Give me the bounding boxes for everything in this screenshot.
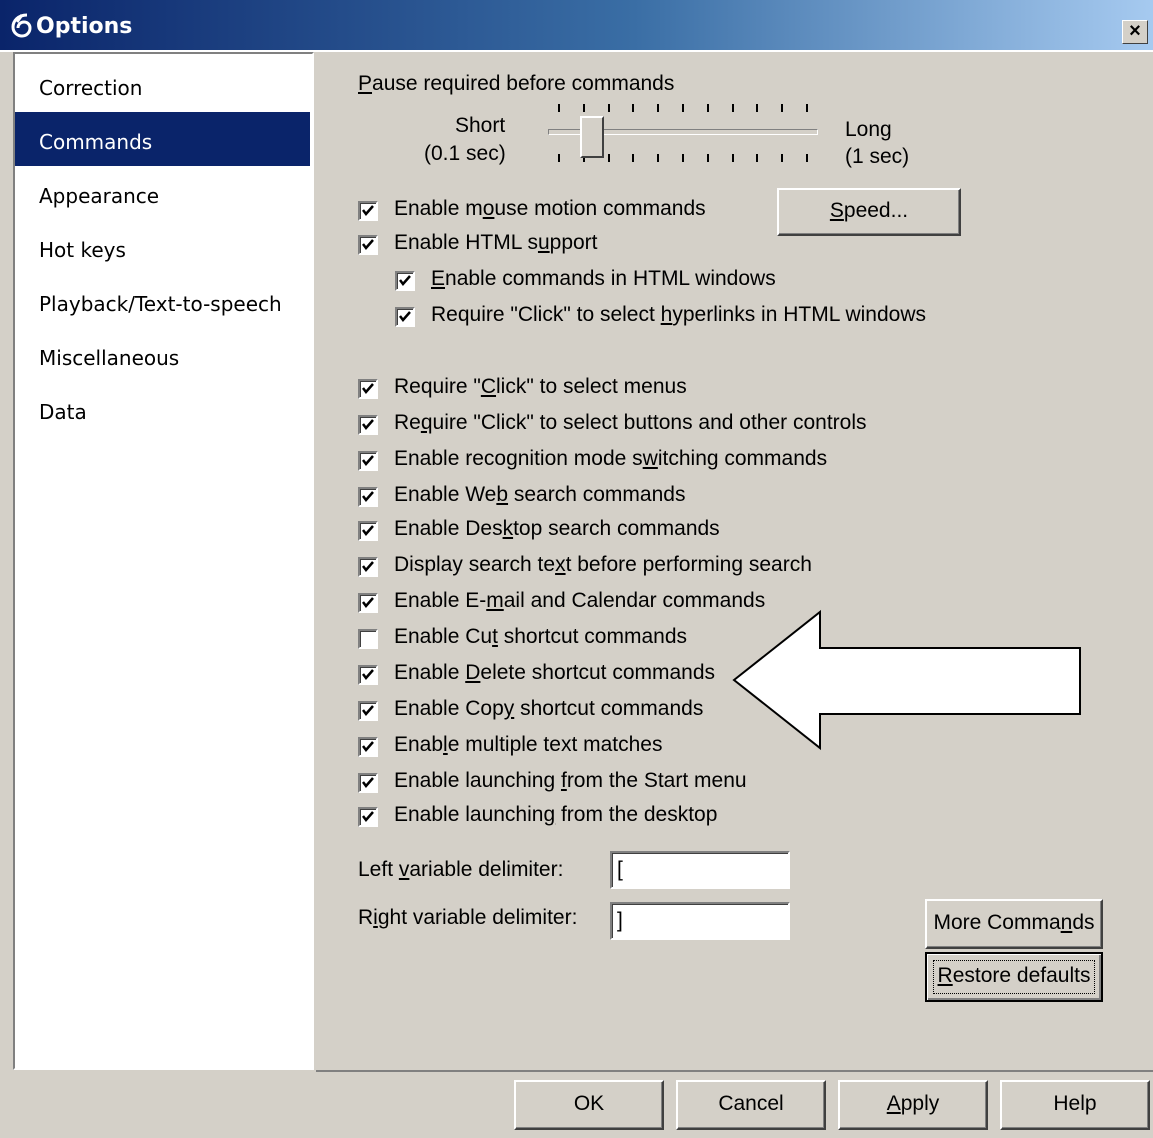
slider-short-sub: (0.1 sec): [424, 142, 506, 165]
nav-item-appearance[interactable]: Appearance: [15, 166, 310, 220]
checkbox[interactable]: [358, 379, 378, 399]
slider-tick: [657, 104, 660, 112]
checkbox-label[interactable]: Enable Web search commands: [394, 483, 685, 507]
slider-tick: [607, 154, 610, 162]
checkbox-label[interactable]: Enable Desktop search commands: [394, 517, 720, 541]
nav-item-label: Miscellaneous: [39, 346, 180, 370]
checkbox-label[interactable]: Require "Click" to select hyperlinks in …: [431, 303, 926, 327]
left-arrow-icon: [732, 609, 1081, 751]
checkbox[interactable]: [358, 701, 378, 721]
checkbox[interactable]: [358, 487, 378, 507]
speed-button[interactable]: Speed...: [777, 188, 961, 236]
pause-label: Pause required before commands: [358, 72, 675, 95]
checkbox-label[interactable]: Enable E-mail and Calendar commands: [394, 589, 765, 613]
nav-item-label: Data: [39, 400, 87, 424]
pause-slider-thumb[interactable]: [580, 116, 605, 158]
checkbox-label[interactable]: Enable Cut shortcut commands: [394, 625, 687, 649]
slider-short-label: Short: [455, 114, 506, 137]
checkbox[interactable]: [358, 557, 378, 577]
window-title: Options: [36, 14, 133, 39]
slider-tick: [706, 104, 709, 112]
slider-tick: [632, 154, 635, 162]
slider-tick: [731, 104, 734, 112]
checkbox-label[interactable]: Display search text before performing se…: [394, 553, 812, 577]
slider-tick: [632, 104, 635, 112]
right-delimiter-input[interactable]: ]: [610, 902, 790, 940]
nav-item-label: Appearance: [39, 184, 160, 208]
slider-tick: [607, 104, 610, 112]
slider-tick: [731, 154, 734, 162]
nav-item-playback-text-to-speech[interactable]: Playback/Text-to-speech: [15, 274, 310, 328]
slider-tick: [682, 104, 684, 112]
checkbox-label[interactable]: Enable multiple text matches: [394, 733, 662, 757]
checkbox[interactable]: [358, 451, 378, 471]
checkbox-label[interactable]: Enable launching from the Start menu: [394, 769, 747, 793]
checkbox[interactable]: [358, 737, 378, 757]
checkbox[interactable]: [358, 521, 378, 541]
checkbox[interactable]: [395, 271, 415, 291]
slider-tick: [781, 104, 784, 112]
nav-item-label: Commands: [39, 130, 153, 154]
checkbox-label[interactable]: Enable Copy shortcut commands: [394, 697, 703, 721]
checkbox[interactable]: [358, 773, 378, 793]
close-icon[interactable]: ×: [1122, 20, 1148, 44]
ok-button[interactable]: OK: [514, 1080, 664, 1130]
slider-tick: [657, 154, 660, 162]
slider-tick: [756, 104, 759, 112]
checkbox-label[interactable]: Require "Click" to select buttons and ot…: [394, 411, 867, 435]
slider-tick: [682, 154, 684, 162]
checkbox[interactable]: [358, 415, 378, 435]
checkbox-label[interactable]: Enable recognition mode switching comman…: [394, 447, 827, 471]
left-delimiter-label: Left variable delimiter:: [358, 858, 564, 881]
checkbox-label[interactable]: Enable HTML support: [394, 231, 598, 255]
checkbox[interactable]: [358, 201, 378, 221]
slider-tick: [781, 154, 784, 162]
slider-tick: [558, 104, 560, 112]
slider-tick: [756, 154, 759, 162]
checkbox-label[interactable]: Enable mouse motion commands: [394, 197, 706, 221]
nav-item-data[interactable]: Data: [15, 382, 310, 436]
nav-item-correction[interactable]: Correction: [15, 58, 310, 112]
nav-item-commands[interactable]: Commands: [15, 112, 310, 166]
apply-button[interactable]: Apply: [838, 1080, 988, 1130]
slider-tick: [558, 154, 560, 162]
checkbox[interactable]: [358, 665, 378, 685]
nav-item-label: Playback/Text-to-speech: [39, 292, 282, 316]
checkbox-label[interactable]: Enable launching from the desktop: [394, 803, 717, 827]
slider-long-label: Long: [845, 118, 892, 141]
checkbox[interactable]: [358, 807, 378, 827]
speech-app-icon: [10, 12, 34, 38]
checkbox-label[interactable]: Enable Delete shortcut commands: [394, 661, 715, 685]
checkbox[interactable]: [395, 307, 415, 327]
slider-tick: [806, 154, 808, 162]
slider-tick: [706, 154, 709, 162]
nav-item-label: Correction: [39, 76, 143, 100]
nav-item-label: Hot keys: [39, 238, 126, 262]
left-delimiter-input[interactable]: [: [610, 851, 790, 889]
slider-tick: [806, 104, 808, 112]
slider-tick: [582, 104, 585, 112]
checkbox[interactable]: [358, 593, 378, 613]
category-list[interactable]: Correction Commands Appearance Hot keys Play…: [13, 52, 314, 1070]
checkbox[interactable]: [358, 629, 378, 649]
checkbox-label[interactable]: Enable commands in HTML windows: [431, 267, 776, 291]
more-commands-button[interactable]: More Commands: [925, 899, 1103, 949]
nav-item-hot-keys[interactable]: Hot keys: [15, 220, 310, 274]
restore-defaults-button[interactable]: Restore defaults: [925, 952, 1103, 1002]
cancel-button[interactable]: Cancel: [676, 1080, 826, 1130]
title-bar[interactable]: [0, 0, 1153, 52]
checkbox-label[interactable]: Require "Click" to select menus: [394, 375, 687, 399]
checkbox[interactable]: [358, 235, 378, 255]
right-delimiter-label: Right variable delimiter:: [358, 906, 578, 929]
help-button[interactable]: Help: [1000, 1080, 1150, 1130]
nav-item-miscellaneous[interactable]: Miscellaneous: [15, 328, 310, 382]
slider-long-sub: (1 sec): [845, 145, 910, 168]
